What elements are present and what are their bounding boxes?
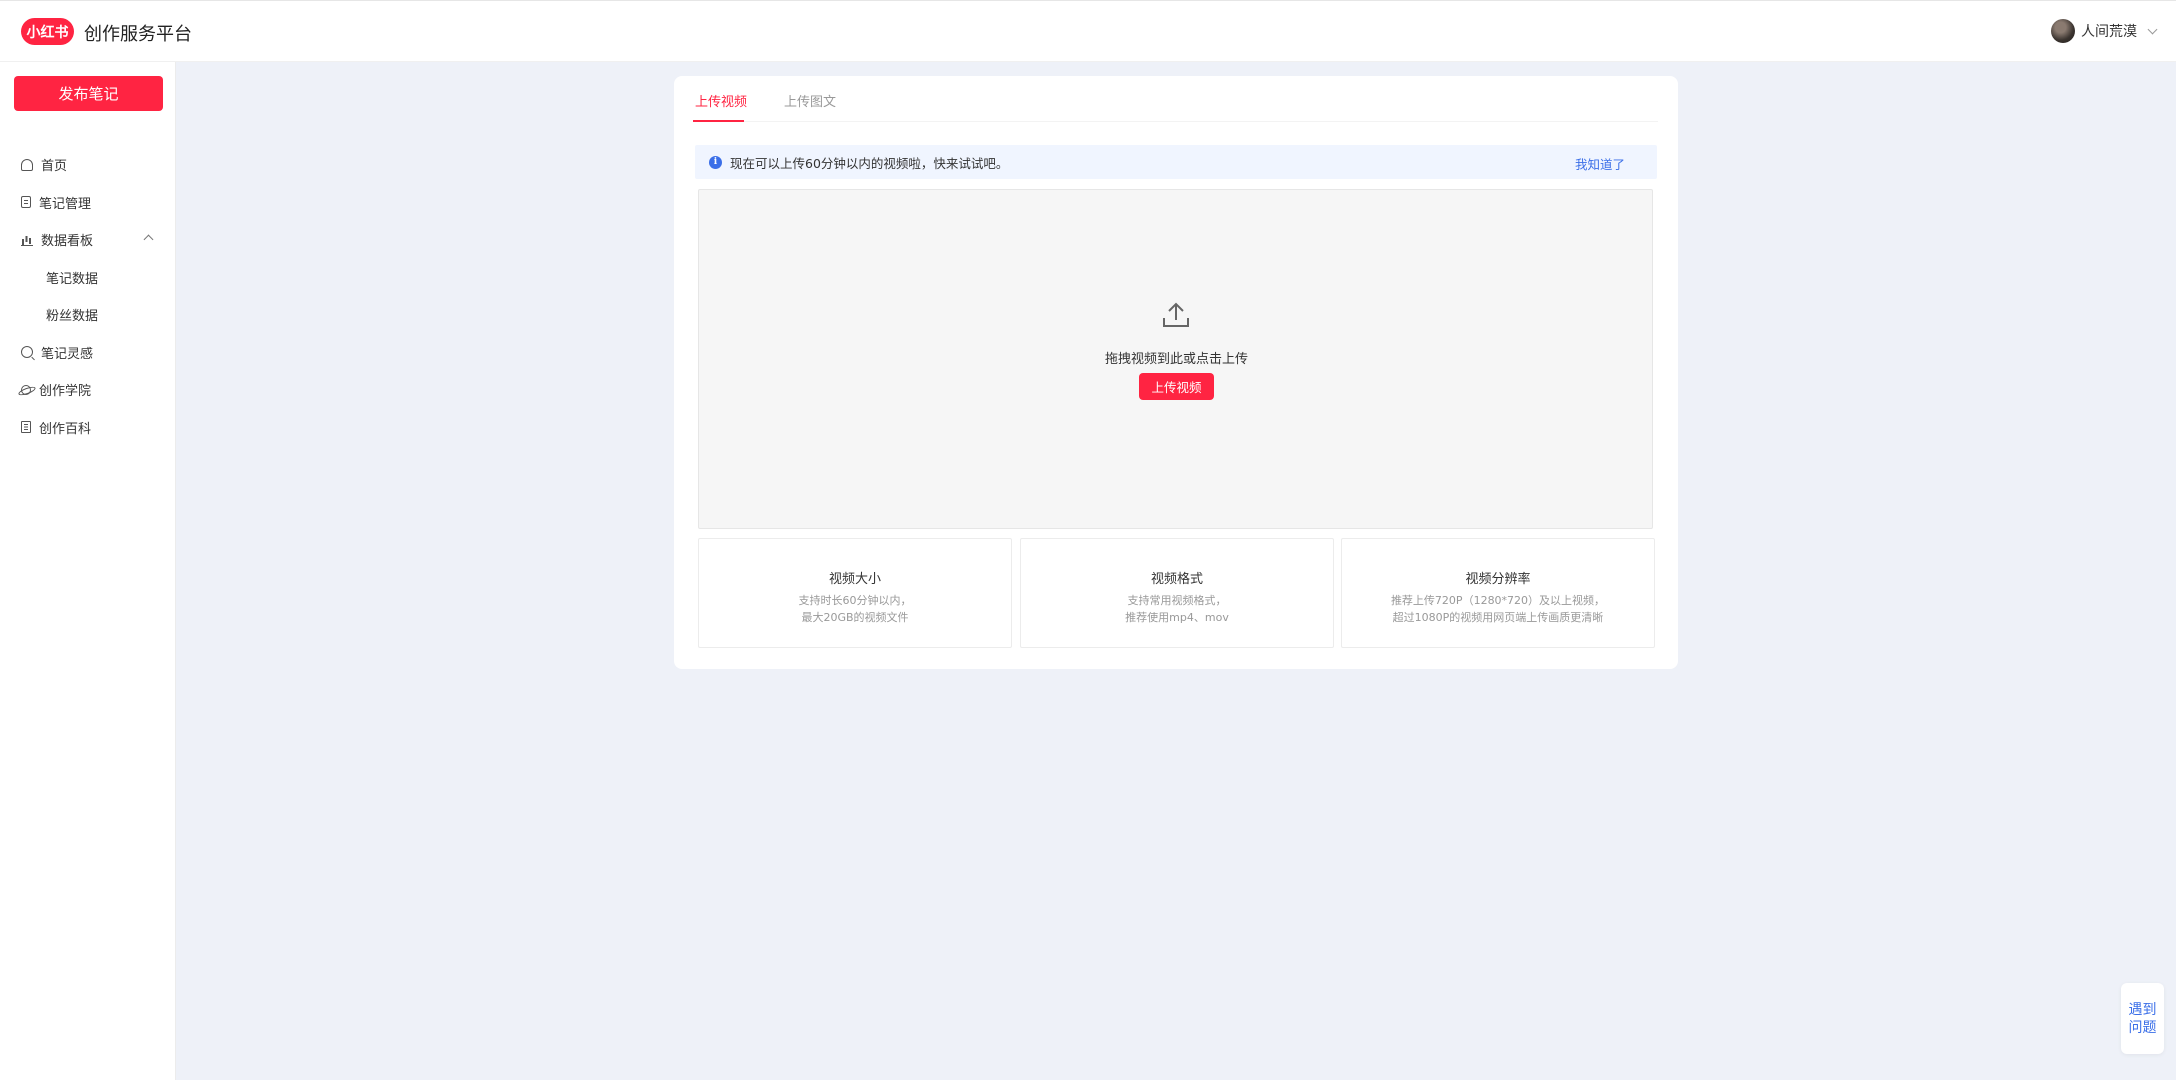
username[interactable]: 人间荒漠 <box>2081 21 2137 41</box>
active-tab-indicator <box>693 120 744 122</box>
help-button[interactable]: 遇到问题 <box>2121 983 2164 1054</box>
chevron-up-icon[interactable] <box>143 234 154 245</box>
info-title: 视频大小 <box>828 572 881 587</box>
video-dropzone[interactable]: 拖拽视频到此或点击上传 上传视频 <box>698 189 1653 529</box>
notice-banner: i 现在可以上传60分钟以内的视频啦，快来试试吧。 我知道了 <box>695 145 1657 179</box>
chart-icon <box>21 234 33 246</box>
user-menu[interactable]: 人间荒漠 <box>2051 19 2158 43</box>
upload-card: 上传视频 上传图文 i 现在可以上传60分钟以内的视频啦，快来试试吧。 我知道了… <box>674 76 1678 669</box>
sidebar-item-label: 数据看板 <box>41 234 94 250</box>
sidebar-item-label: 笔记数据 <box>46 271 99 287</box>
note-icon <box>21 196 31 209</box>
dropzone-hint: 拖拽视频到此或点击上传 <box>1104 352 1248 367</box>
top-header: 小红书 创作服务平台 人间荒漠 <box>0 0 2176 62</box>
tab-upload-video[interactable]: 上传视频 <box>695 91 747 110</box>
publish-note-button[interactable]: 发布笔记 <box>14 76 163 111</box>
info-icon: i <box>709 155 722 169</box>
sidebar-item-label: 创作学院 <box>39 384 92 400</box>
info-box-video-size: 视频大小 支持时长60分钟以内， 最大20GB的视频文件 <box>698 538 1012 648</box>
info-line: 支持时长60分钟以内， <box>798 594 912 607</box>
sidebar-item-note-inspiration[interactable]: 笔记灵感 <box>0 334 175 372</box>
sidebar-item-label: 首页 <box>41 159 68 175</box>
book-icon <box>21 421 31 434</box>
sidebar-item-label: 创作百科 <box>39 421 92 437</box>
sidebar-item-label: 笔记管理 <box>39 196 92 212</box>
xiaohongshu-logo[interactable]: 小红书 <box>21 18 74 45</box>
info-line: 推荐上传720P（1280*720）及以上视频， <box>1390 594 1606 607</box>
inspiration-icon <box>21 346 33 359</box>
sidebar-item-label: 笔记灵感 <box>41 346 94 362</box>
info-line: 支持常用视频格式， <box>1127 594 1227 607</box>
tab-upload-image-text[interactable]: 上传图文 <box>784 91 836 110</box>
info-title: 视频分辨率 <box>1465 572 1531 587</box>
notice-text: 现在可以上传60分钟以内的视频啦，快来试试吧。 <box>730 155 1009 171</box>
sidebar: 发布笔记 首页 笔记管理 数据看板 笔记数据 粉丝数据 笔记灵感 创作学院 创作… <box>0 62 176 1080</box>
info-line: 超过1080P的视频用网页端上传画质更清晰 <box>1392 611 1604 624</box>
info-line: 最大20GB的视频文件 <box>801 611 909 624</box>
sidebar-item-data-dashboard[interactable]: 数据看板 <box>0 221 175 259</box>
planet-icon <box>21 384 31 395</box>
upload-video-button[interactable]: 上传视频 <box>1139 373 1214 400</box>
info-title: 视频格式 <box>1150 572 1203 587</box>
platform-title: 创作服务平台 <box>84 24 192 45</box>
info-line: 推荐使用mp4、mov <box>1125 611 1229 624</box>
info-box-video-resolution: 视频分辨率 推荐上传720P（1280*720）及以上视频， 超过1080P的视… <box>1341 538 1655 648</box>
sidebar-item-label: 粉丝数据 <box>46 309 99 325</box>
chevron-down-icon[interactable] <box>2147 24 2158 34</box>
upload-tabs: 上传视频 上传图文 <box>694 76 1658 122</box>
sidebar-item-creator-academy[interactable]: 创作学院 <box>0 371 175 409</box>
sidebar-item-home[interactable]: 首页 <box>0 146 175 184</box>
sidebar-item-note-data[interactable]: 笔记数据 <box>0 259 175 297</box>
sidebar-item-note-management[interactable]: 笔记管理 <box>0 184 175 222</box>
avatar[interactable] <box>2051 19 2075 43</box>
sidebar-item-creator-encyclopedia[interactable]: 创作百科 <box>0 409 175 447</box>
info-box-video-format: 视频格式 支持常用视频格式， 推荐使用mp4、mov <box>1020 538 1334 648</box>
home-icon <box>21 158 33 171</box>
sidebar-nav: 首页 笔记管理 数据看板 笔记数据 粉丝数据 笔记灵感 创作学院 创作百科 <box>0 146 175 446</box>
dismiss-notice-link[interactable]: 我知道了 <box>1575 154 1625 173</box>
upload-icon <box>1163 302 1189 327</box>
sidebar-item-fan-data[interactable]: 粉丝数据 <box>0 296 175 334</box>
